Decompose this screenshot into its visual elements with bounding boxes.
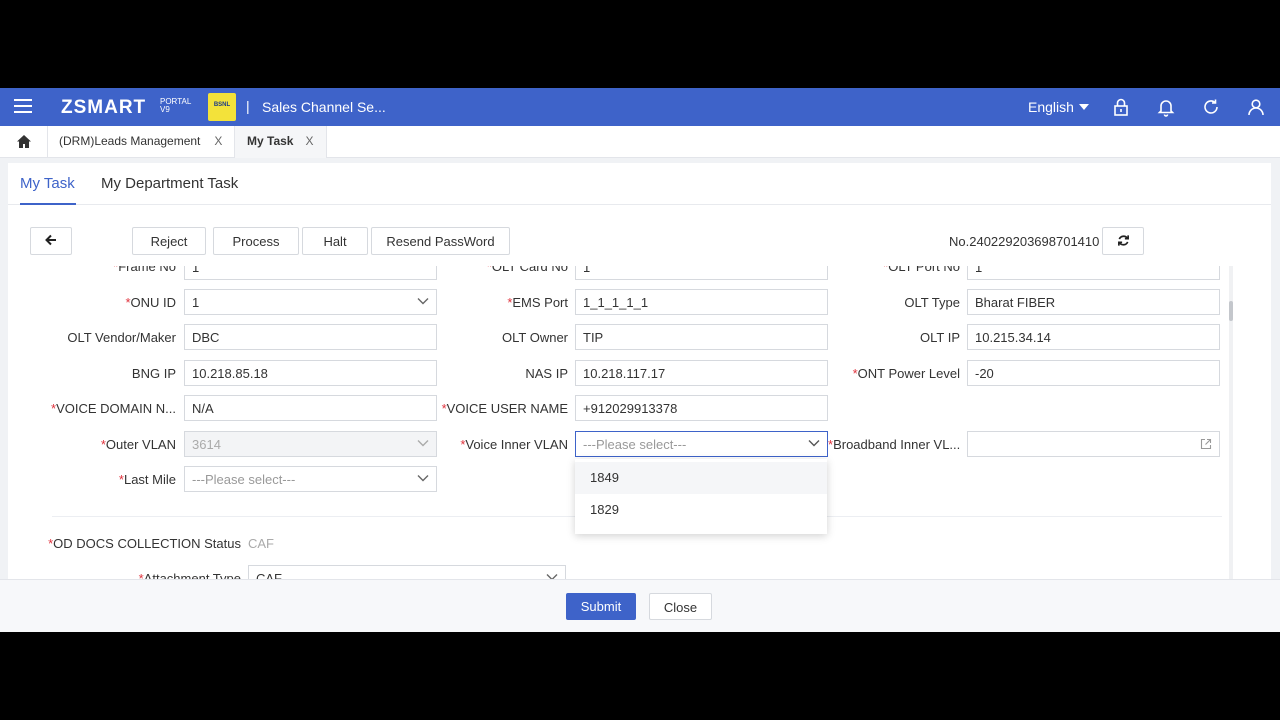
home-icon: [17, 135, 31, 148]
top-header: ZSMART PORTAL V9 BSNL | Sales Channel Se.…: [0, 88, 1280, 126]
tab-leads-management[interactable]: (DRM)Leads Management X: [48, 126, 235, 158]
olt-card-no-field[interactable]: 1: [575, 266, 828, 280]
voice-inner-vlan-dropdown: 1849 1829: [575, 459, 827, 534]
voice-user-name-field[interactable]: +912029913378: [575, 395, 828, 421]
dropdown-option[interactable]: 1849: [575, 462, 827, 494]
olt-port-no-label: *OLT Port No: [883, 266, 960, 274]
ems-port-label: *EMS Port: [507, 295, 568, 310]
voice-inner-vlan-select[interactable]: ---Please select---: [575, 431, 828, 457]
ont-power-field[interactable]: -20: [967, 360, 1220, 386]
process-button[interactable]: Process: [213, 227, 299, 255]
footer-bar: Submit Close: [0, 579, 1280, 632]
voice-inner-vlan-label: *Voice Inner VLAN: [460, 437, 568, 452]
od-docs-status-label: *OD DOCS COLLECTION Status: [48, 536, 241, 551]
broadband-inner-vlan-label: *Broadband Inner VL...: [828, 437, 961, 452]
outer-vlan-label: *Outer VLAN: [100, 437, 176, 452]
page-tab-bar: (DRM)Leads Management X My Task X: [0, 126, 1280, 158]
scrollbar-thumb[interactable]: [1229, 301, 1233, 321]
header-separator: |: [246, 98, 250, 114]
reject-button[interactable]: Reject: [132, 227, 206, 255]
olt-port-no-field[interactable]: 1: [967, 266, 1220, 280]
attachment-type-select[interactable]: CAF: [248, 565, 566, 579]
back-button[interactable]: [30, 227, 72, 255]
voice-user-name-label: *VOICE USER NAME: [441, 401, 568, 416]
partner-logo: BSNL: [208, 93, 236, 121]
onu-id-select[interactable]: 1: [184, 289, 437, 315]
onu-id-label: *ONU ID: [125, 295, 176, 310]
olt-ip-field[interactable]: 10.215.34.14: [967, 324, 1220, 350]
app-logo: ZSMART: [61, 97, 147, 118]
dropdown-option[interactable]: 1829: [575, 494, 827, 526]
olt-type-field[interactable]: Bharat FIBER: [967, 289, 1220, 315]
tab-my-department-task[interactable]: My Department Task: [101, 175, 238, 192]
caret-down-icon[interactable]: [1079, 104, 1089, 110]
external-link-icon[interactable]: [1200, 438, 1212, 450]
ont-power-label: *ONT Power Level: [852, 366, 960, 381]
arrow-left-icon: [45, 234, 56, 246]
od-docs-status-value: CAF: [248, 536, 274, 551]
sub-tab-bar: My Task My Department Task: [8, 163, 1271, 205]
outer-vlan-select: 3614: [184, 431, 437, 457]
document-number: No.240229203698701410: [949, 234, 1100, 249]
last-mile-label: *Last Mile: [118, 472, 176, 487]
voice-domain-label: *VOICE DOMAIN N...: [51, 401, 176, 416]
user-icon[interactable]: [1246, 97, 1266, 117]
home-button[interactable]: [0, 126, 48, 158]
bell-icon[interactable]: [1156, 97, 1176, 117]
frame-no-label: *Frame No: [113, 266, 176, 274]
chevron-down-icon: [417, 298, 429, 305]
close-tab-icon[interactable]: X: [305, 134, 313, 148]
chevron-down-icon: [417, 440, 429, 447]
close-tab-icon[interactable]: X: [214, 134, 222, 148]
olt-owner-field[interactable]: TIP: [575, 324, 828, 350]
frame-no-field[interactable]: 1: [184, 266, 437, 280]
tab-my-task[interactable]: My Task X: [235, 126, 327, 158]
sync-icon: [1117, 235, 1129, 246]
broadband-inner-vlan-field[interactable]: [967, 431, 1220, 457]
bng-ip-field[interactable]: 10.218.85.18: [184, 360, 437, 386]
language-selector[interactable]: English: [1028, 99, 1074, 115]
resend-password-button[interactable]: Resend PassWord: [371, 227, 510, 255]
olt-owner-label: OLT Owner: [502, 330, 568, 345]
chevron-down-icon: [417, 475, 429, 482]
attachment-type-label: *Attachment Type: [138, 571, 241, 579]
menu-icon[interactable]: [14, 99, 32, 115]
app-title: Sales Channel Se...: [262, 99, 386, 115]
logo-subtitle: PORTAL V9: [160, 97, 192, 114]
olt-vendor-field[interactable]: DBC: [184, 324, 437, 350]
last-mile-select[interactable]: ---Please select---: [184, 466, 437, 492]
tab-my-task-sub[interactable]: My Task: [20, 175, 75, 192]
bng-ip-label: BNG IP: [131, 366, 176, 381]
olt-type-label: OLT Type: [904, 295, 960, 310]
olt-card-no-label: *OLT Card No: [486, 266, 568, 274]
submit-button[interactable]: Submit: [566, 593, 636, 620]
voice-domain-field[interactable]: N/A: [184, 395, 437, 421]
app-window: ZSMART PORTAL V9 BSNL | Sales Channel Se.…: [0, 88, 1280, 632]
refresh-button[interactable]: [1102, 227, 1144, 255]
nas-ip-label: NAS IP: [525, 366, 568, 381]
halt-button[interactable]: Halt: [302, 227, 368, 255]
olt-vendor-label: OLT Vendor/Maker: [67, 330, 176, 345]
chevron-down-icon: [808, 440, 820, 447]
active-tab-underline: [20, 203, 76, 205]
refresh-icon[interactable]: [1201, 97, 1221, 117]
nas-ip-field[interactable]: 10.218.117.17: [575, 360, 828, 386]
ems-port-field[interactable]: 1_1_1_1_1: [575, 289, 828, 315]
olt-ip-label: OLT IP: [920, 330, 960, 345]
lock-icon[interactable]: [1111, 97, 1131, 117]
form-scrollbar[interactable]: [1229, 266, 1233, 579]
close-button[interactable]: Close: [649, 593, 712, 620]
